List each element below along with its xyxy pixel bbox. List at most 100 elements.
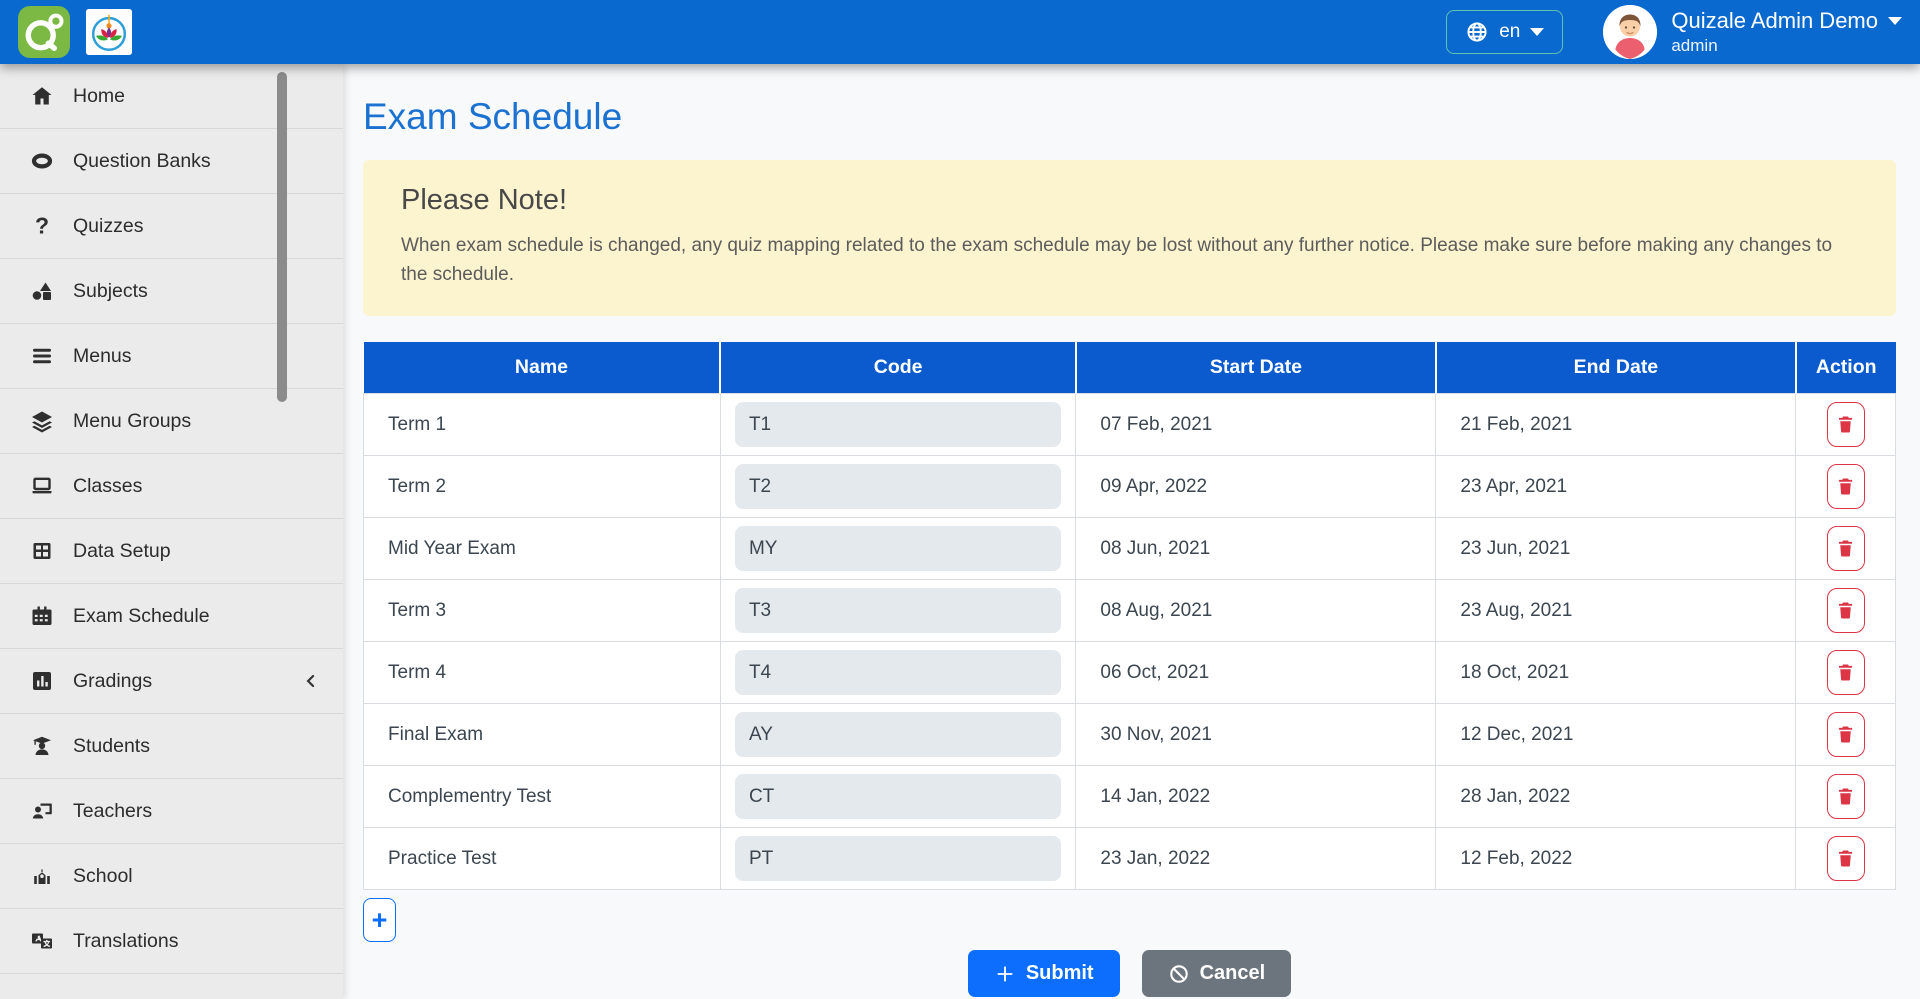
note-heading: Please Note! [401, 184, 1862, 217]
sidebar-item-exam-schedule[interactable]: Exam Schedule [0, 584, 343, 649]
sidebar-item-menus[interactable]: Menus [0, 324, 343, 389]
code-input[interactable] [735, 526, 1061, 571]
cancel-button[interactable]: Cancel [1142, 950, 1292, 997]
end-date-field[interactable]: 18 Oct, 2021 [1436, 642, 1796, 704]
sidebar-item-students[interactable]: Students [0, 714, 343, 779]
sidebar-item-quizzes[interactable]: ? Quizzes [0, 194, 343, 259]
code-input[interactable] [735, 402, 1061, 447]
start-date-field[interactable]: 23 Jan, 2022 [1076, 828, 1436, 890]
exam-name: Term 4 [364, 642, 721, 704]
delete-row-button[interactable] [1827, 650, 1865, 695]
column-header-action: Action [1796, 342, 1896, 394]
start-date-field[interactable]: 14 Jan, 2022 [1076, 766, 1436, 828]
table-row: Term 4 06 Oct, 2021 18 Oct, 2021 [364, 642, 1896, 704]
table-row: Final Exam 30 Nov, 2021 12 Dec, 2021 [364, 704, 1896, 766]
footer-actions: Submit Cancel [363, 950, 1896, 997]
exam-name: Term 3 [364, 580, 721, 642]
table-row: Term 3 08 Aug, 2021 23 Aug, 2021 [364, 580, 1896, 642]
delete-row-button[interactable] [1827, 774, 1865, 819]
trash-icon [1835, 413, 1856, 436]
sidebar-item-question-banks[interactable]: Question Banks [0, 129, 343, 194]
delete-row-button[interactable] [1827, 526, 1865, 571]
trash-icon [1835, 847, 1856, 870]
table-row: Mid Year Exam 08 Jun, 2021 23 Jun, 2021 [364, 518, 1896, 580]
table-row: Term 2 09 Apr, 2022 23 Apr, 2021 [364, 456, 1896, 518]
table-row: Complementry Test 14 Jan, 2022 28 Jan, 2… [364, 766, 1896, 828]
sidebar-item-gradings[interactable]: Gradings [0, 649, 343, 714]
calendar-icon [30, 604, 60, 628]
sidebar-item-teachers[interactable]: Teachers [0, 779, 343, 844]
sidebar-item-subjects[interactable]: Subjects [0, 259, 343, 324]
end-date-field[interactable]: 12 Dec, 2021 [1436, 704, 1796, 766]
exam-name: Practice Test [364, 828, 721, 890]
sidebar-item-school[interactable]: School [0, 844, 343, 909]
delete-row-button[interactable] [1827, 836, 1865, 881]
add-row-button[interactable]: + [363, 898, 396, 942]
exam-name: Term 2 [364, 456, 721, 518]
code-input[interactable] [735, 650, 1061, 695]
chevron-down-icon [1530, 28, 1544, 36]
lotus-logo[interactable] [86, 9, 132, 55]
shapes-icon [30, 279, 60, 303]
home-icon [30, 84, 60, 108]
trash-icon [1835, 475, 1856, 498]
question-mark-icon: ? [30, 214, 60, 238]
start-date-field[interactable]: 06 Oct, 2021 [1076, 642, 1436, 704]
sidebar-scrollbar[interactable] [277, 72, 287, 402]
start-date-field[interactable]: 07 Feb, 2021 [1076, 394, 1436, 456]
end-date-field[interactable]: 12 Feb, 2022 [1436, 828, 1796, 890]
sidebar-item-data-setup[interactable]: Data Setup [0, 519, 343, 584]
delete-row-button[interactable] [1827, 712, 1865, 757]
end-date-field[interactable]: 23 Jun, 2021 [1436, 518, 1796, 580]
table-row: Practice Test 23 Jan, 2022 12 Feb, 2022 [364, 828, 1896, 890]
end-date-field[interactable]: 23 Apr, 2021 [1436, 456, 1796, 518]
end-date-field[interactable]: 23 Aug, 2021 [1436, 580, 1796, 642]
code-input[interactable] [735, 836, 1061, 881]
quizale-logo[interactable] [18, 6, 70, 58]
menu-bars-icon [30, 344, 60, 368]
trash-icon [1835, 599, 1856, 622]
bar-chart-icon [30, 669, 60, 693]
sidebar-item-menu-groups[interactable]: Menu Groups [0, 389, 343, 454]
delete-row-button[interactable] [1827, 464, 1865, 509]
trash-icon [1835, 661, 1856, 684]
graduate-icon [30, 734, 60, 758]
start-date-field[interactable]: 09 Apr, 2022 [1076, 456, 1436, 518]
column-header-code: Code [720, 342, 1075, 394]
delete-row-button[interactable] [1827, 402, 1865, 447]
globe-icon [1465, 20, 1489, 44]
language-selector[interactable]: en [1446, 10, 1563, 54]
code-input[interactable] [735, 588, 1061, 633]
layers-icon [30, 409, 60, 433]
code-input[interactable] [735, 774, 1061, 819]
language-label: en [1499, 21, 1520, 43]
exam-name: Mid Year Exam [364, 518, 721, 580]
teacher-board-icon [30, 799, 60, 823]
sidebar-item-classes[interactable]: Classes [0, 454, 343, 519]
plus-icon [994, 963, 1016, 985]
table-grid-icon [30, 539, 60, 563]
trash-icon [1835, 537, 1856, 560]
laptop-icon [30, 474, 60, 498]
end-date-field[interactable]: 21 Feb, 2021 [1436, 394, 1796, 456]
code-input[interactable] [735, 712, 1061, 757]
user-menu[interactable]: Quizale Admin Demo admin [1603, 5, 1902, 59]
delete-row-button[interactable] [1827, 588, 1865, 633]
user-role: admin [1671, 36, 1902, 56]
column-header-name: Name [364, 342, 721, 394]
page-title: Exam Schedule [363, 96, 1896, 138]
chevron-down-icon [1888, 17, 1902, 25]
sidebar-item-home[interactable]: Home [0, 64, 343, 129]
start-date-field[interactable]: 08 Jun, 2021 [1076, 518, 1436, 580]
exam-name: Final Exam [364, 704, 721, 766]
end-date-field[interactable]: 28 Jan, 2022 [1436, 766, 1796, 828]
table-row: Term 1 07 Feb, 2021 21 Feb, 2021 [364, 394, 1896, 456]
note-body: When exam schedule is changed, any quiz … [401, 231, 1862, 290]
trash-icon [1835, 785, 1856, 808]
table-header-row: Name Code Start Date End Date Action [364, 342, 1896, 394]
start-date-field[interactable]: 08 Aug, 2021 [1076, 580, 1436, 642]
code-input[interactable] [735, 464, 1061, 509]
start-date-field[interactable]: 30 Nov, 2021 [1076, 704, 1436, 766]
sidebar-item-translations[interactable]: Translations [0, 909, 343, 974]
submit-button[interactable]: Submit [968, 950, 1120, 997]
